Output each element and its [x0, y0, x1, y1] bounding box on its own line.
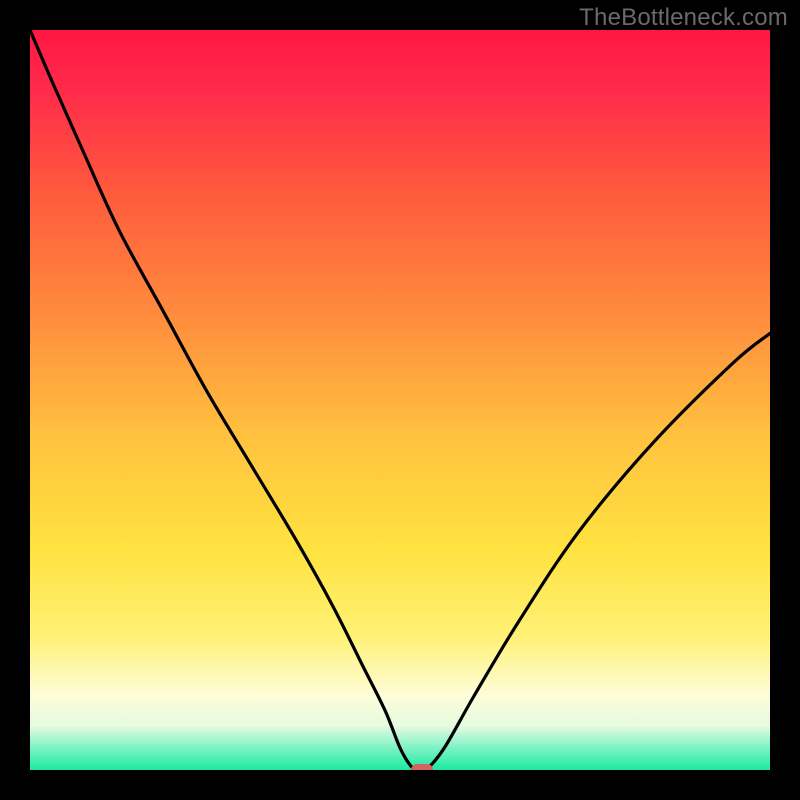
plot-area [30, 30, 770, 770]
chart-svg [30, 30, 770, 770]
optimal-marker [411, 764, 433, 770]
watermark-text: TheBottleneck.com [579, 4, 788, 32]
chart-frame: TheBottleneck.com [0, 0, 800, 800]
gradient-background [30, 30, 770, 770]
